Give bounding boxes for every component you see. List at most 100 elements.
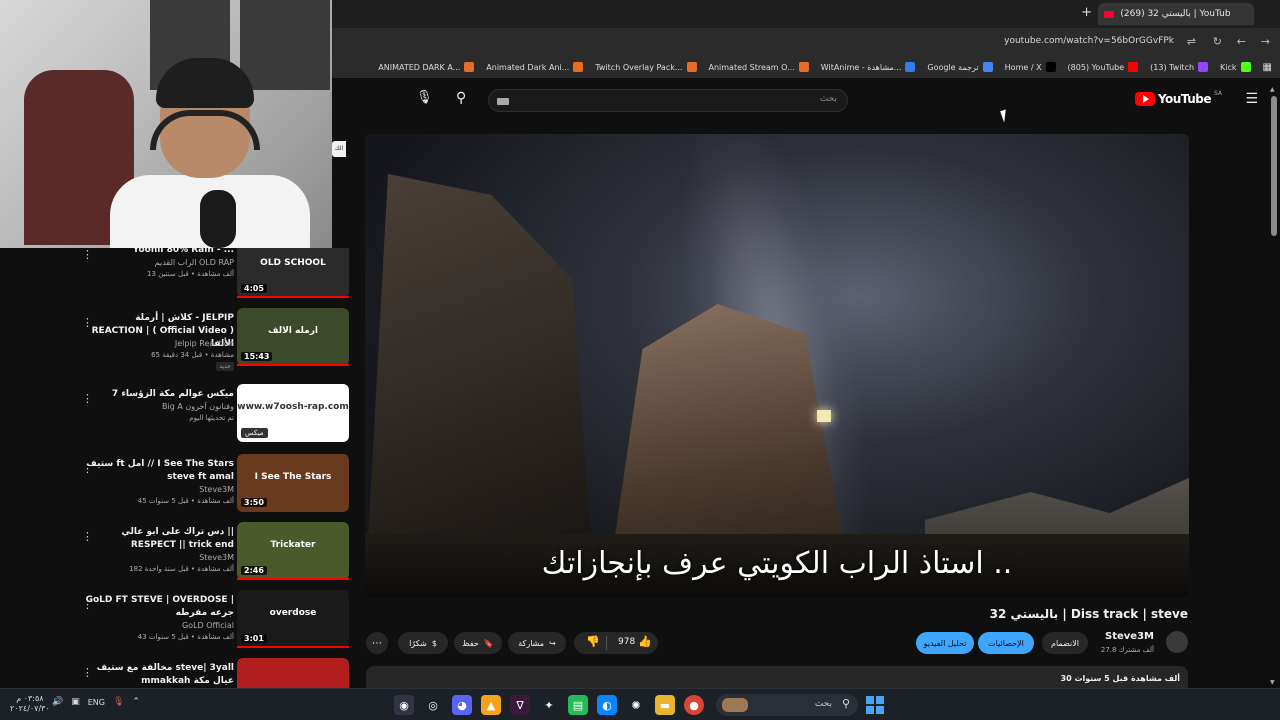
obs-taskbar-icon[interactable]: ◎ <box>423 695 443 715</box>
bookmark-item[interactable]: Home / X <box>1005 62 1056 72</box>
recommended-video-title: مخالفة مع ستيف steve| 3yall mmakkah عيال… <box>96 663 234 686</box>
microphone-icon[interactable]: 🎙 <box>113 697 124 707</box>
youtube-header: 🎙 ⚲ بحث YouTube SA ☰ <box>332 78 1280 122</box>
volume-icon[interactable]: 🔊 <box>52 697 63 707</box>
menu-icon[interactable]: ☰ <box>1245 91 1258 107</box>
description-meta: 30 ألف مشاهدة قبل 5 سنوات <box>1060 674 1180 683</box>
forward-arrow-icon[interactable]: ← <box>1237 35 1246 48</box>
bookmark-favicon-icon <box>1198 62 1209 72</box>
new-tab-button[interactable]: + <box>1081 5 1092 20</box>
bookmark-item[interactable]: Animated Dark Ani... <box>486 62 584 72</box>
chrome-alt-taskbar-icon[interactable]: ● <box>684 695 704 715</box>
site-settings-icon[interactable]: ⇌ <box>1187 35 1196 48</box>
more-actions-button[interactable]: ⋯ <box>366 632 388 654</box>
bookmarks-bar: ANIMATED DARK A... Animated Dark Ani... Tw… <box>332 56 1280 78</box>
watch-progress-bar <box>237 364 349 366</box>
share-label: مشاركة <box>518 638 545 648</box>
youtube-logo[interactable]: YouTube SA <box>1134 89 1222 106</box>
green-app-taskbar-icon[interactable]: ✦ <box>539 695 559 715</box>
recommended-video[interactable]: ⋮ Yoonii 80% Rain - ... الراب القديم OLD R… <box>0 248 352 308</box>
join-button[interactable]: الانضمام <box>1042 632 1088 654</box>
bookmark-item[interactable]: Twitch Overlay Pack... <box>595 62 697 72</box>
recommended-video[interactable]: ⋮ دس تراك على ابو عالي || RESPECT || tric… <box>0 522 352 590</box>
bookmark-item[interactable]: Kick <box>1220 62 1251 72</box>
taskbar-clock[interactable]: ٠٣:٥٨ م ٢٠٢٤/٠٧/٣٠ <box>10 694 50 714</box>
bookmark-label: WitAnime - مشاهدة... <box>820 62 902 72</box>
analyze-video-button[interactable]: تحليل الفيديو <box>916 632 974 654</box>
display-icon[interactable]: ▣ <box>71 697 80 707</box>
taskbar: ٠٣:٥٨ م ٢٠٢٤/٠٧/٣٠ 🔊 ▣ ENG 🎙 ⌃ ◉ ◎ ◕ ▲ ∇… <box>0 688 1280 720</box>
scroll-down-icon[interactable]: ▼ <box>1270 679 1275 686</box>
bookmark-label: Google ترجمة <box>927 62 979 72</box>
video-title: 32 باليستي | Diss track | steve <box>989 607 1188 621</box>
recommended-video[interactable]: ⋮ كلاش | أرملة - JELPIP REACTION | ( Offi… <box>0 308 352 376</box>
thumbnail-text: OLD SCHOOL <box>260 258 326 268</box>
recommended-video-thumbnail[interactable] <box>237 658 349 688</box>
bookmark-item[interactable]: (805) YouTube <box>1068 62 1139 72</box>
bookmark-item[interactable]: ANIMATED DARK A... <box>378 62 475 72</box>
recording-indicator-icon <box>1104 10 1114 18</box>
new-badge: جديد <box>216 362 234 371</box>
scrollbar-thumb[interactable] <box>1271 96 1277 236</box>
channel-avatar[interactable] <box>1166 631 1188 653</box>
url-field[interactable]: youtube.com/watch?v=56bOrGGvFPk <box>1004 36 1174 46</box>
watch-progress-bar <box>237 296 349 298</box>
bookmark-item[interactable]: Animated Stream O... <box>709 62 809 72</box>
country-code: SA <box>1213 89 1222 97</box>
bookmark-label: (805) YouTube <box>1067 62 1125 72</box>
recommended-video-meta: 182 ألف مشاهدة • قبل سنة واحدة <box>129 565 234 573</box>
search-input[interactable]: بحث <box>488 89 848 112</box>
windows-start-icon[interactable] <box>866 696 884 714</box>
bookmark-item[interactable]: WitAnime - مشاهدة... <box>821 62 916 72</box>
browser-tab-youtube[interactable]: × (269) 32 باليستي | YouTube - ve <box>1098 3 1254 25</box>
visual-studio-taskbar-icon[interactable]: ∇ <box>510 695 530 715</box>
bookmark-label: Home / X <box>1004 62 1042 72</box>
taskbar-search-placeholder: بحث <box>814 699 832 709</box>
store-taskbar-icon[interactable]: ▤ <box>568 695 588 715</box>
taskbar-search[interactable]: بحث ⚲ <box>716 694 858 716</box>
show-hidden-icons-icon[interactable]: ⌃ <box>132 697 140 707</box>
scroll-up-icon[interactable]: ▲ <box>1270 86 1275 93</box>
tab-title: (269) 32 باليستي | YouTube - ve <box>1120 9 1231 19</box>
keyboard-icon[interactable] <box>497 98 509 105</box>
like-icon[interactable]: 👍 <box>638 635 652 648</box>
side-tab-handle[interactable]: الك <box>332 141 346 157</box>
channel-name[interactable]: Steve3M <box>1105 631 1154 642</box>
recommended-video[interactable]: ⋮ ستيف ft امل // I See The Stars steve ft… <box>0 454 352 522</box>
voice-search-mic-icon[interactable]: 🎙 <box>416 90 433 105</box>
bookmark-icon: 🔖 <box>483 638 494 648</box>
bookmark-item[interactable]: Google ترجمة <box>927 62 993 72</box>
recommended-video-channel: الراب القديم OLD RAP <box>154 258 234 267</box>
recommended-video[interactable]: ⋮ GoLD FT STEVE | OVERDOSE | جرعه مفرطه Go… <box>0 590 352 658</box>
app-a-taskbar-icon[interactable]: ▲ <box>481 695 501 715</box>
dislike-icon[interactable]: 👎 <box>586 635 600 648</box>
bookmark-label: Animated Stream O... <box>708 62 795 72</box>
share-button[interactable]: مشاركة ↪ <box>508 632 566 654</box>
bookmarks-grid-icon[interactable]: ▦ <box>1263 62 1272 73</box>
language-indicator[interactable]: ENG <box>88 698 105 707</box>
back-arrow-icon[interactable]: → <box>1261 35 1270 48</box>
recommended-video-meta: تم تحديثها اليوم <box>189 414 234 422</box>
reload-icon[interactable]: ↻ <box>1213 35 1222 48</box>
recommended-video-channel: GoLD Official <box>181 621 234 630</box>
recommended-video[interactable]: ⋮ مخالفة مع ستيف steve| 3yall mmakkah عيا… <box>0 658 352 688</box>
subscriber-count: 27.8 ألف مشترك <box>1100 646 1154 654</box>
recommended-video[interactable]: ⋮ ميكس عوالم مكة الزؤساء 7 Big A وفنانون آ… <box>0 384 352 452</box>
bookmark-label: Kick <box>1220 62 1237 72</box>
bookmark-item[interactable]: (13) Twitch <box>1150 62 1209 72</box>
save-button[interactable]: حفظ 🔖 <box>454 632 502 654</box>
microphone <box>200 190 236 248</box>
edge-taskbar-icon[interactable]: ◐ <box>597 695 617 715</box>
thanks-button[interactable]: شكرًا $ <box>398 632 448 654</box>
file-explorer-taskbar-icon[interactable]: ▬ <box>655 695 675 715</box>
video-duration: 3:01 <box>241 634 267 643</box>
video-player[interactable]: استاذ الراب الكويتي عرف بإنجازاتك .. <box>365 134 1189 598</box>
chrome-taskbar-icon[interactable]: ◉ <box>394 695 414 715</box>
discord-taskbar-icon[interactable]: ◕ <box>452 695 472 715</box>
bookmark-label: (13) Twitch <box>1150 62 1195 72</box>
page-scrollbar[interactable]: ▲ ▼ <box>1270 86 1278 686</box>
search-icon[interactable]: ⚲ <box>456 90 466 106</box>
mix-badge: ميكس <box>241 428 268 438</box>
stats-button[interactable]: الإحصائيات <box>978 632 1034 654</box>
copilot-taskbar-icon[interactable]: ✺ <box>626 695 646 715</box>
